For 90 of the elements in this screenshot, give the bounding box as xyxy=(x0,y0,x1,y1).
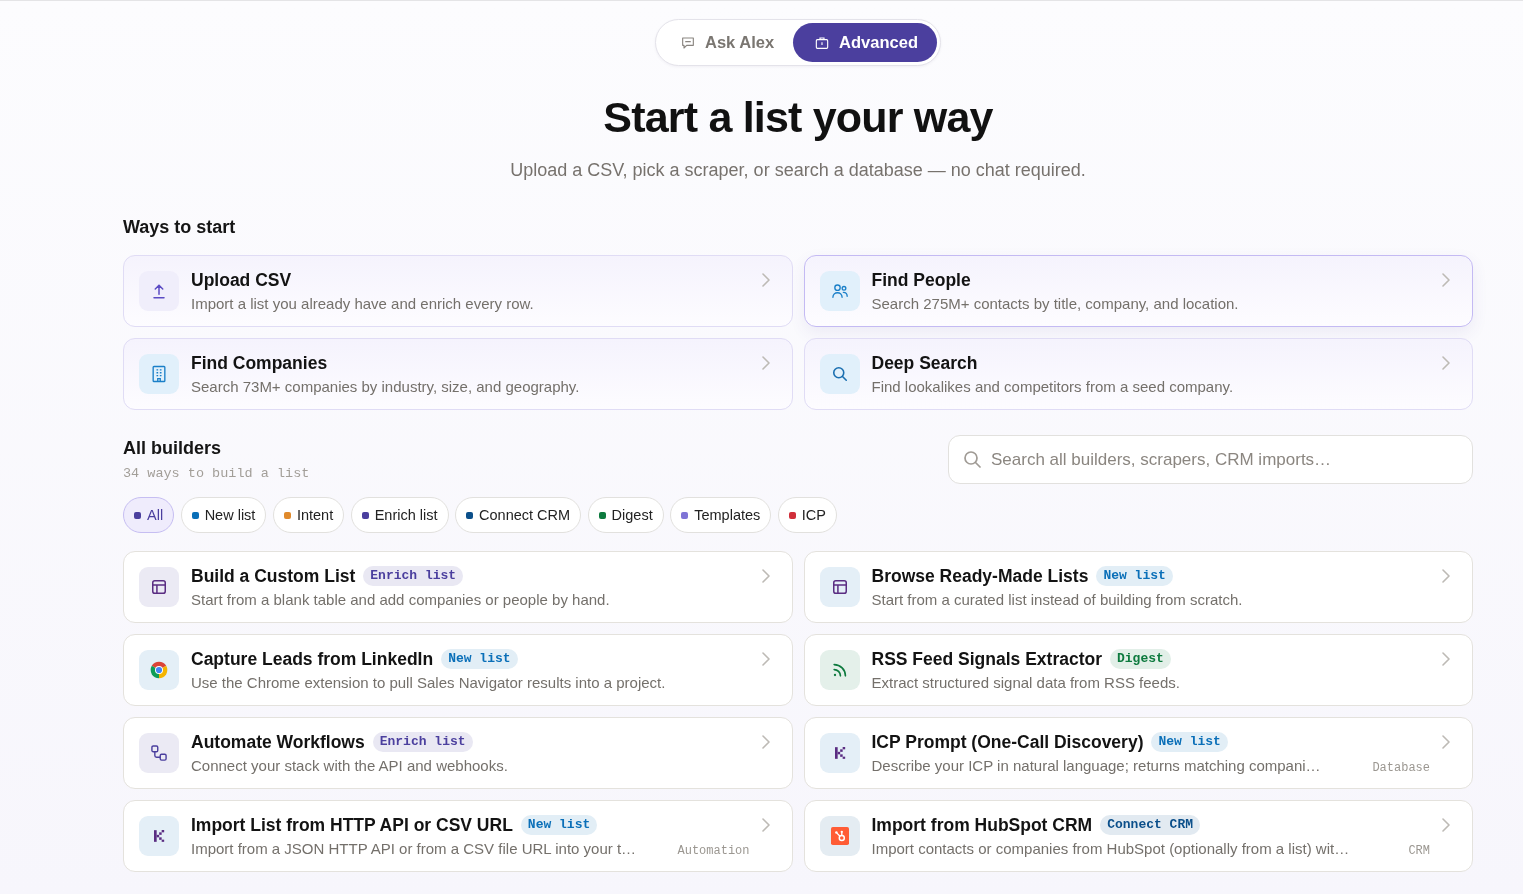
people-icon xyxy=(819,271,860,311)
filter-chip[interactable]: Digest xyxy=(587,497,664,533)
search-field[interactable]: Search all builders, scrapers, CRM imports… xyxy=(948,435,1473,484)
card-description: Start from a blank table and add companies or people by hand. xyxy=(191,589,610,610)
filter-chip[interactable]: ICP xyxy=(777,497,837,533)
builder-count: 34 ways to build a list xyxy=(123,465,310,483)
category-tag: New list xyxy=(1151,731,1228,752)
building-icon xyxy=(139,354,179,394)
chevron-right-icon xyxy=(1442,735,1450,749)
chevron-right-icon xyxy=(1442,273,1450,287)
card-description: Use the Chrome extension to pull Sales Navigator results into a project. xyxy=(191,672,666,693)
category-tag: New list xyxy=(441,648,518,669)
card-title: Import List from HTTP API or CSV URL xyxy=(191,813,513,836)
option-card[interactable]: Find Companies Search 73M+ companies by industry, size, and geography. xyxy=(123,338,793,410)
mode-tab[interactable]: Advanced xyxy=(793,23,937,62)
card-description: Search 275M+ contacts by title, company, and location. xyxy=(871,293,1240,314)
filter-chip[interactable]: New list xyxy=(180,497,267,533)
search-icon xyxy=(964,451,981,468)
source-label: Database xyxy=(1371,759,1430,776)
filter-chip[interactable]: Enrich list xyxy=(350,497,449,533)
table-icon xyxy=(139,567,179,607)
builder-card[interactable]: Browse Ready-Made Lists New list Start from a curated list instead of building from scratch. xyxy=(803,551,1473,623)
section-heading: Ways to start xyxy=(123,216,237,239)
option-card[interactable]: Upload CSV Import a list you already have and enrich every row. xyxy=(123,255,793,327)
card-title: Deep Search xyxy=(871,351,979,374)
k-logo-icon xyxy=(139,816,179,856)
upload-icon xyxy=(139,271,179,311)
card-title: Capture Leads from LinkedIn xyxy=(191,647,434,670)
chevron-right-icon xyxy=(1442,356,1450,370)
card-description: Start from a curated list instead of building from scratch. xyxy=(871,589,1243,610)
category-tag: Enrich list xyxy=(372,731,473,752)
mode-tab[interactable]: Ask Alex xyxy=(659,23,794,62)
card-title: Browse Ready-Made Lists xyxy=(871,564,1089,587)
card-title: ICP Prompt (One-Call Discovery) xyxy=(871,730,1144,753)
category-tag: New list xyxy=(520,814,598,835)
builder-card[interactable]: Build a Custom List Enrich list Start from a blank table and add companies or people by hand. xyxy=(123,551,793,623)
option-card[interactable]: Deep Search Find lookalikes and competitors from a seed company. xyxy=(803,338,1473,410)
builder-card[interactable]: Automate Workflows Enrich list Connect your stack with the API and webhooks. xyxy=(123,717,793,789)
chat-bubble-icon xyxy=(680,34,696,51)
category-tag: Connect CRM xyxy=(1100,814,1200,835)
k-logo-icon xyxy=(819,733,860,773)
builder-card[interactable]: RSS Feed Signals Extractor Digest Extract structured signal data from RSS feeds. xyxy=(803,634,1473,706)
rss-feed-icon xyxy=(819,650,860,690)
card-description: Search 73M+ companies by industry, size, and geography. xyxy=(191,376,581,397)
chevron-right-icon xyxy=(1442,818,1450,832)
chevron-right-icon xyxy=(1442,569,1450,583)
chevron-right-icon xyxy=(761,356,770,370)
category-tag: New list xyxy=(1096,565,1173,586)
card-title: Automate Workflows xyxy=(191,730,365,753)
filter-chip[interactable]: Templates xyxy=(670,497,772,533)
card-title: Upload CSV xyxy=(191,268,293,291)
card-description: Connect your stack with the API and webhooks. xyxy=(191,755,508,776)
builder-card[interactable]: ICP Prompt (One-Call Discovery) New list Describe your ICP in natural language; returns matching compani… Database xyxy=(803,717,1473,789)
source-label: Automation xyxy=(676,842,750,859)
builder-card[interactable]: Import from HubSpot CRM Connect CRM Import contacts or companies from HubSpot (optionally from a list) wit… CRM xyxy=(803,800,1473,872)
source-label: CRM xyxy=(1407,842,1430,859)
card-description: Find lookalikes and competitors from a seed company. xyxy=(871,376,1235,397)
linked-squares-icon xyxy=(139,733,179,773)
filter-chip[interactable]: Connect CRM xyxy=(455,497,582,533)
chevron-right-icon xyxy=(1442,652,1450,666)
chevron-right-icon xyxy=(761,273,770,287)
card-title: Find Companies xyxy=(191,351,329,374)
category-tag: Enrich list xyxy=(363,565,464,586)
builder-card[interactable]: Capture Leads from LinkedIn New list Use the Chrome extension to pull Sales Navigator results into a project. xyxy=(123,634,793,706)
section-heading: All builders xyxy=(123,437,222,460)
card-title: Find People xyxy=(871,268,972,291)
filter-chip[interactable]: Intent xyxy=(272,497,345,533)
page-title: Start a list your way xyxy=(602,92,994,143)
page-subtitle: Upload a CSV, pick a scraper, or search a database — no chat required. xyxy=(509,159,1087,182)
chevron-right-icon xyxy=(761,652,770,666)
builder-card[interactable]: Import List from HTTP API or CSV URL New list Import from a JSON HTTP API or from a CSV file URL into your t… Automation xyxy=(123,800,793,872)
filter-chip[interactable]: All xyxy=(123,497,175,533)
card-description: Import contacts or companies from HubSpot (optionally from a list) wit… xyxy=(871,838,1350,859)
chevron-right-icon xyxy=(761,569,770,583)
card-title: RSS Feed Signals Extractor xyxy=(871,647,1102,670)
card-description: Import from a JSON HTTP API or from a CSV file URL into your t… xyxy=(191,838,637,859)
search-icon xyxy=(819,354,860,394)
briefcase-icon xyxy=(814,34,831,51)
card-description: Describe your ICP in natural language; returns matching compani… xyxy=(871,755,1321,776)
option-card[interactable]: Find People Search 275M+ contacts by title, company, and location. xyxy=(803,255,1473,327)
chevron-right-icon xyxy=(761,818,770,832)
card-title: Import from HubSpot CRM xyxy=(871,813,1093,836)
colored-wheel-icon xyxy=(139,650,179,690)
table-icon xyxy=(819,567,860,607)
card-description: Extract structured signal data from RSS feeds. xyxy=(871,672,1180,693)
chevron-right-icon xyxy=(761,735,770,749)
sprocket-logo-icon xyxy=(819,816,860,856)
card-title: Build a Custom List xyxy=(191,564,356,587)
category-tag: Digest xyxy=(1110,648,1171,669)
card-description: Import a list you already have and enrich every row. xyxy=(191,293,535,314)
